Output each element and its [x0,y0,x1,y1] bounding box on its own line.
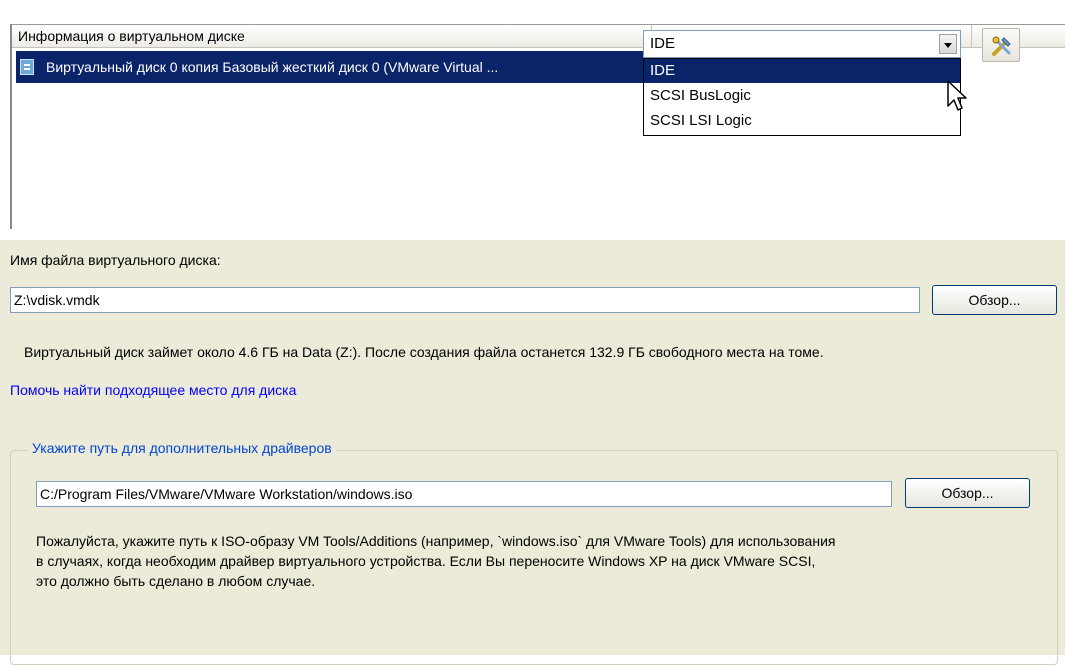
drivers-note-line-3: это должно быть сделано в любом случае. [36,573,316,589]
tools-button[interactable] [982,28,1020,62]
disk-file-input[interactable]: Z:\vdisk.vmdk [10,287,920,313]
browse-drivers-button[interactable]: Обзор... [905,478,1030,508]
interface-dropdown-list: IDE SCSI BusLogic SCSI LSI Logic [643,58,961,136]
settings-panel: Имя файла виртуального диска: Z:\vdisk.v… [0,240,1065,665]
drivers-group-title: Укажите путь для дополнительных драйверо… [28,440,336,456]
drivers-note-line-2: в случаях, когда необходим драйвер вирту… [36,553,816,569]
interface-combobox-value: IDE [650,35,676,52]
drivers-note-line-1: Пожалуйста, укажите путь к ISO-образу VM… [36,533,836,549]
disk-icon [20,59,34,75]
table-row-label: Виртуальный диск 0 копия Базовый жесткий… [46,59,499,75]
browse-disk-file-button[interactable]: Обзор... [932,285,1057,315]
dropdown-option-scsi-buslogic[interactable]: SCSI BusLogic [644,84,960,108]
help-find-location-link[interactable]: Помочь найти подходящее место для диска [10,382,296,398]
dropdown-option-ide[interactable]: IDE [644,59,960,83]
table-row-virtual-disk[interactable]: Виртуальный диск 0 копия Базовый жесткий… [16,51,652,83]
column-header-disk-info[interactable]: Информация о виртуальном диске [12,25,652,47]
dropdown-option-scsi-lsi-logic[interactable]: SCSI LSI Logic [644,109,960,133]
drivers-path-input[interactable]: C:/Program Files/VMware/VMware Workstati… [36,481,892,507]
top-panel: Информация о виртуальном диске Интерфейс… [0,0,1065,229]
tools-icon [992,36,1011,56]
mouse-cursor-icon [947,80,967,111]
dropdown-arrow-icon[interactable] [939,34,957,54]
interface-combobox[interactable]: IDE [643,30,961,58]
disk-file-label: Имя файла виртуального диска: [10,252,221,268]
disk-space-info: Виртуальный диск займет около 4.6 ГБ на … [24,344,824,360]
